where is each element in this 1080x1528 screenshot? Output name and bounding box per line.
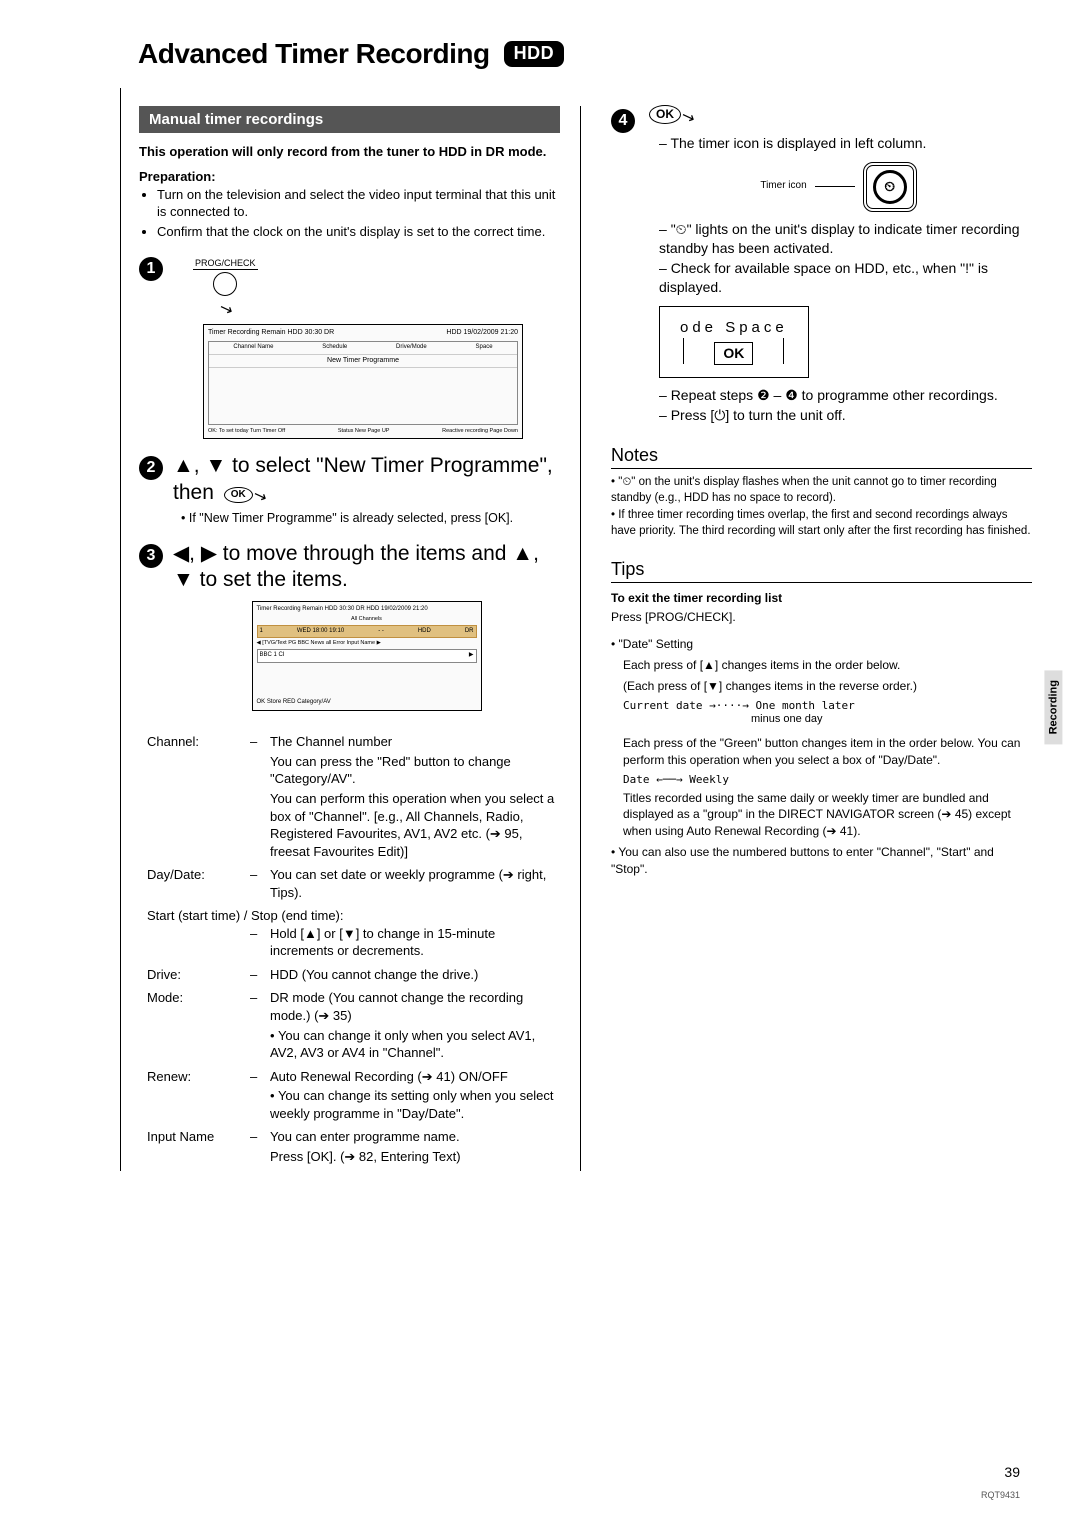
renew-sub: You can change its setting only when you… <box>270 1088 554 1121</box>
pointer-icon: ↘ <box>250 485 269 508</box>
drive-label: Drive: <box>147 966 242 984</box>
timer-edit-screenshot: Timer Recording Remain HDD 30:30 DR HDD … <box>252 601 482 711</box>
step4-line: Press [⏻] to turn the unit off. <box>671 407 846 423</box>
prog-check-label: PROG/CHECK <box>193 258 258 270</box>
startstop-label: Start (start time) / Stop (end time): <box>147 907 560 925</box>
step4-line: Check for available space on HDD, etc., … <box>659 260 988 296</box>
inputname-value: You can enter programme name. <box>270 1128 560 1146</box>
step-3-text: ◀, ▶ to move through the items and ▲, ▼ … <box>173 542 539 591</box>
step-1-badge: 1 <box>139 257 163 281</box>
mode-sub: You can change it only when you select A… <box>270 1028 535 1061</box>
step4-line: The timer icon is displayed in left colu… <box>670 135 926 151</box>
hdd-badge: HDD <box>504 41 565 67</box>
inputname-sub: Press [OK]. (➔ 82, Entering Text) <box>270 1148 560 1166</box>
timer-list-screenshot: Timer Recording Remain HDD 30:30 DR HDD … <box>203 324 523 439</box>
page-title: Advanced Timer Recording <box>138 38 490 70</box>
mode-label: Mode: <box>147 989 242 1061</box>
renew-value: Auto Renewal Recording (➔ 41) ON/OFF <box>270 1068 560 1086</box>
tips-dateweekly: Date ←──→ Weekly <box>623 773 1032 786</box>
page-number: 39 <box>1004 1464 1020 1480</box>
note-item: "⏲" on the unit's display flashes when t… <box>611 475 1032 506</box>
prep-item: Turn on the television and select the vi… <box>157 186 560 221</box>
tips-date-arrow-sub: minus one day <box>751 712 1032 727</box>
tips-date-line: (Each press of [▼] changes items in the … <box>623 678 1032 695</box>
intro-text: This operation will only record from the… <box>139 144 546 159</box>
renew-label: Renew: <box>147 1068 242 1123</box>
channel-value: The Channel number <box>270 733 560 751</box>
daydate-value: You can set date or weekly programme (➔ … <box>270 866 560 901</box>
tips-numbered: You can also use the numbered buttons to… <box>611 845 994 876</box>
step-2-badge: 2 <box>139 456 163 480</box>
startstop-value: Hold [▲] or [▼] to change in 15-minute i… <box>270 925 560 960</box>
notes-heading: Notes <box>611 445 1032 469</box>
step-4-badge: 4 <box>611 109 635 133</box>
tips-date-line: Each press of [▲] changes items in the o… <box>623 657 1032 674</box>
note-item: If three timer recording times overlap, … <box>611 508 1032 539</box>
inputname-label: Input Name <box>147 1128 242 1165</box>
tips-group: Titles recorded using the same daily or … <box>623 790 1032 840</box>
timer-icon-label: Timer icon <box>760 180 806 193</box>
space-ok-fragment: ode Space OK <box>659 306 809 378</box>
prep-item: Confirm that the clock on the unit's dis… <box>157 223 560 241</box>
channel-sub: You can press the "Red" button to change… <box>270 753 560 788</box>
tips-exit-head: To exit the timer recording list <box>611 591 1032 605</box>
step-3-badge: 3 <box>139 544 163 568</box>
tips-heading: Tips <box>611 559 1032 583</box>
mode-value: DR mode (You cannot change the recording… <box>270 989 560 1024</box>
channel-sub: You can perform this operation when you … <box>270 790 560 860</box>
daydate-label: Day/Date: <box>147 866 242 901</box>
step-2-sub: If "New Timer Programme" is already sele… <box>173 510 560 527</box>
tips-date-arrow: Current date →····→ One month later <box>623 699 1032 712</box>
ok-button-icon: OK <box>649 105 681 124</box>
tips-date-head: "Date" Setting <box>619 637 694 651</box>
pointer-icon: ↘ <box>679 106 698 129</box>
channel-label: Channel: <box>147 733 242 860</box>
step4-line: "⏲" lights on the unit's display to indi… <box>659 221 1020 257</box>
tips-exit: Press [PROG/CHECK]. <box>611 609 1032 626</box>
step4-line: Repeat steps ❷ – ❹ to programme other re… <box>671 387 998 403</box>
section-header: Manual timer recordings <box>139 106 560 133</box>
ok-button-icon: OK <box>224 487 253 504</box>
preparation-label: Preparation: <box>139 169 560 184</box>
tips-green: Each press of the "Green" button changes… <box>623 735 1032 769</box>
doc-id: RQT9431 <box>981 1490 1020 1500</box>
timer-icon: ⏲ <box>863 162 917 212</box>
pointer-icon: ↘ <box>216 299 235 322</box>
side-tab-recording: Recording <box>1044 670 1062 744</box>
drive-value: HDD (You cannot change the drive.) <box>270 966 560 984</box>
